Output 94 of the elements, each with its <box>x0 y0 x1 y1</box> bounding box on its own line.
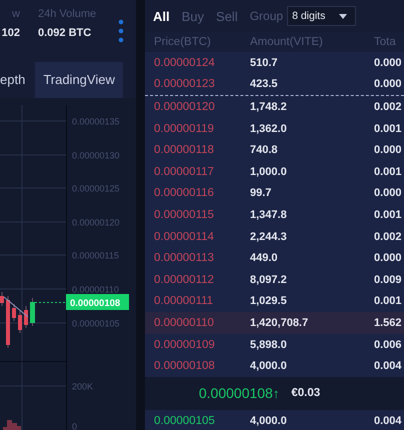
price-text: 0.00000108 <box>153 360 216 372</box>
total-text: 0.002 <box>374 230 402 243</box>
order-row[interactable]: 0.00000108 4,000.0 0.004 <box>145 355 404 377</box>
chart-tab[interactable]: epth <box>0 62 26 98</box>
amount-text: 4,000.0 <box>250 360 288 372</box>
total-text: 0.002 <box>374 100 402 113</box>
total-text: 0.001 <box>374 208 402 221</box>
caret-icon <box>339 14 348 18</box>
order-row[interactable]: 0.00000118 740.8 0.000 <box>145 139 404 161</box>
order-row[interactable]: 0.00000109 5,898.0 0.006 <box>145 334 404 356</box>
total-text: 0.000 <box>374 187 402 200</box>
total-text: 0.009 <box>374 274 402 286</box>
amount-text: 510.7 <box>250 56 279 69</box>
amount-text: 449.0 <box>250 252 279 264</box>
price-text: 0.00000118 <box>153 144 215 156</box>
amount-text: 1,029.5 <box>250 295 288 308</box>
column-header: Price(BTC) <box>153 36 212 48</box>
order-row[interactable]: 0.00000117 1,000.0 0.001 <box>145 160 404 183</box>
order-row[interactable]: 0.00000120 1,748.2 0.002 <box>145 95 404 118</box>
price-tag: 0.00000108 <box>66 294 129 310</box>
total-text: 0.000 <box>374 252 402 264</box>
stat-value: 102 <box>2 27 20 40</box>
group-dropdown[interactable]: 8 digits <box>287 6 356 26</box>
order-row[interactable]: 0.00000112 8,097.2 0.009 <box>145 268 404 291</box>
volume-bars-drawing <box>3 420 21 430</box>
stat-value: 0.092 BTC <box>38 27 92 40</box>
order-row[interactable]: 0.00000105 4,000.0 0.004 <box>145 410 404 430</box>
amount-text: 2,244.3 <box>250 230 288 243</box>
amount-text: 1,748.2 <box>250 100 288 113</box>
price-text: 0.00000114 <box>153 230 215 243</box>
total-text: 0.001 <box>374 295 402 308</box>
price-text: 0.00000111 <box>153 295 214 308</box>
price-text: 0.00000124 <box>153 56 216 69</box>
amount-text: 99.7 <box>250 187 272 200</box>
stat-label: 24h Volume <box>38 8 96 21</box>
price-text: 0.00000110 <box>153 316 215 329</box>
order-row[interactable]: 0.00000111 1,029.5 0.001 <box>145 290 404 312</box>
stat-label: w <box>12 8 20 21</box>
order-row[interactable]: 0.00000113 449.0 0.000 <box>145 247 404 269</box>
amount-text: 423.5 <box>250 78 279 90</box>
order-row[interactable]: 0.00000110 1,420,708.7 1.562 <box>145 312 404 334</box>
column-header: Tota <box>374 36 396 48</box>
total-text: 0.000 <box>374 144 402 156</box>
total-text: 0.006 <box>374 338 402 351</box>
price-text: 0.00000117 <box>153 166 215 178</box>
fiat-price: €0.03 <box>291 387 320 400</box>
filter-tab[interactable]: All <box>153 8 170 24</box>
price-line <box>34 302 66 303</box>
price-text: 0.00000119 <box>153 122 215 135</box>
axis-label: 0.00000110 <box>72 284 119 294</box>
axis-label: 200K <box>72 382 94 392</box>
price-text: 0.00000116 <box>153 187 215 200</box>
price-text: 0.00000115 <box>153 208 215 221</box>
amount-text: 1,000.0 <box>250 166 288 178</box>
column-header: Amount(VITE) <box>250 36 324 48</box>
last-price: 0.00000108 <box>198 385 273 402</box>
more-icon[interactable] <box>118 19 124 43</box>
amount-text: 740.8 <box>250 144 279 156</box>
price-text: 0.00000113 <box>153 252 215 264</box>
chart-tab[interactable]: TradingView <box>35 62 123 98</box>
total-text: 0.004 <box>374 360 402 372</box>
price-text: 0.00000109 <box>153 338 216 351</box>
price-text: 0.00000120 <box>153 100 216 113</box>
up-arrow-icon: ↑ <box>272 386 280 401</box>
price-text: 0.00000123 <box>153 78 216 90</box>
order-row[interactable]: 0.00000114 2,244.3 0.002 <box>145 226 404 248</box>
axis-label: 0.00000105 <box>72 318 120 328</box>
amount-text: 5,898.0 <box>250 338 288 351</box>
order-row[interactable]: 0.00000116 99.7 0.000 <box>145 182 404 204</box>
axis-label: 0.00000120 <box>72 218 120 228</box>
amount-text: 1,347.8 <box>250 208 288 221</box>
amount-text: 4,000.0 <box>250 414 288 427</box>
total-text: 0.001 <box>374 166 402 178</box>
axis-label: 0 <box>72 422 78 430</box>
order-row[interactable]: 0.00000123 423.5 0.000 <box>145 74 404 96</box>
axis-label: 0.00000115 <box>72 250 119 260</box>
group-label: Group <box>250 9 284 23</box>
axis-label: 0.00000125 <box>72 184 120 194</box>
total-text: 0.001 <box>374 122 402 135</box>
amount-text: 8,097.2 <box>250 274 288 286</box>
total-text: 1.562 <box>374 316 402 329</box>
total-text: 0.000 <box>374 78 402 90</box>
total-text: 0.004 <box>374 414 402 427</box>
price-text: 0.00000105 <box>153 414 216 427</box>
price-text: 0.00000112 <box>153 274 215 286</box>
order-row[interactable]: 0.00000119 1,362.0 0.001 <box>145 118 404 140</box>
total-text: 0.000 <box>374 56 402 69</box>
amount-text: 1,420,708.7 <box>250 316 310 329</box>
candlestick-chart-drawing <box>0 292 35 348</box>
axis-label: 0.00000130 <box>72 150 120 160</box>
order-row[interactable]: 0.00000115 1,347.8 0.001 <box>145 204 404 226</box>
amount-text: 1,362.0 <box>250 122 288 135</box>
order-row[interactable]: 0.00000124 510.7 0.000 <box>145 52 404 74</box>
axis-label: 0.00000135 <box>72 116 120 126</box>
